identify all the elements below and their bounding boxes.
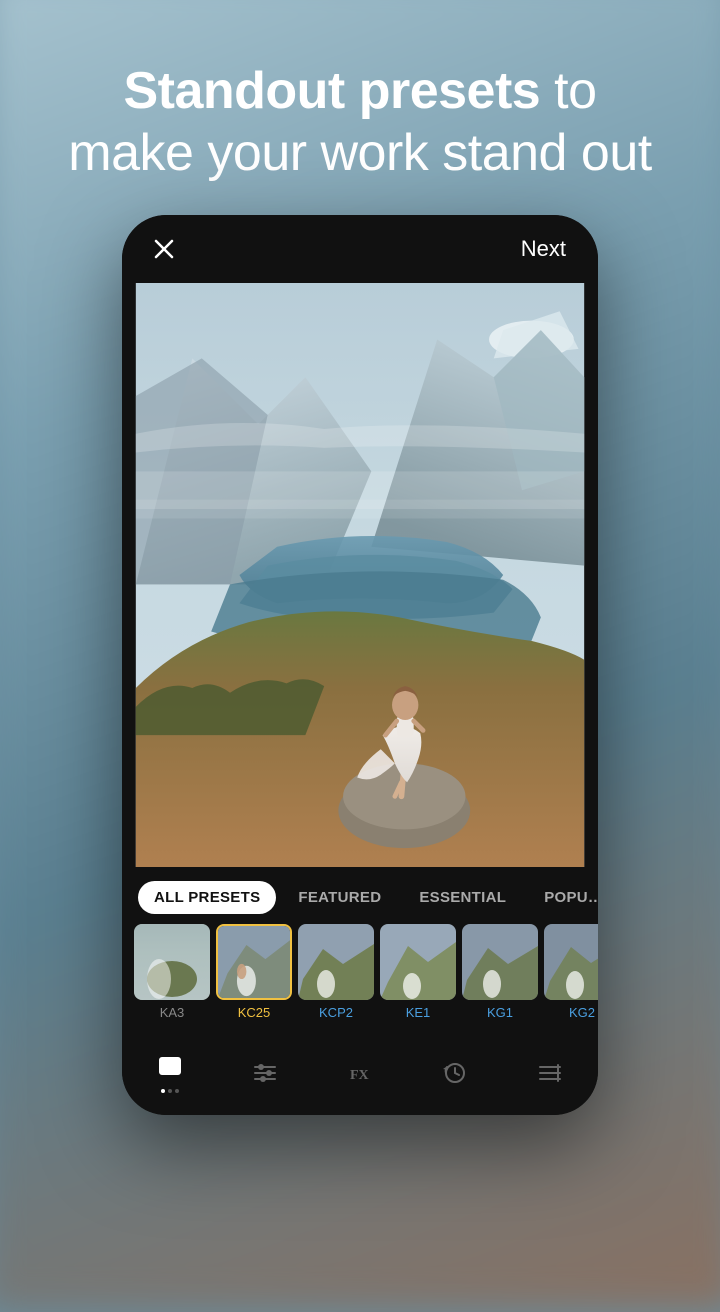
preset-kg1[interactable]: KG1	[462, 924, 538, 1020]
photo-scene	[122, 283, 598, 867]
preset-kc25-thumb	[216, 924, 292, 1000]
menu-icon	[536, 1059, 564, 1087]
dot-3	[175, 1089, 179, 1093]
toolbar-menu[interactable]	[522, 1053, 578, 1093]
history-icon	[441, 1059, 469, 1087]
tab-featured[interactable]: FEATURED	[282, 881, 397, 914]
phone-topbar: Next	[122, 215, 598, 283]
preset-ke1-label: KE1	[406, 1005, 431, 1020]
preset-kcp2[interactable]: KCP2	[298, 924, 374, 1020]
adjustments-icon	[251, 1059, 279, 1087]
preset-ka3-label: KA3	[160, 1005, 185, 1020]
presets-row: KA3 KC25	[122, 914, 598, 1030]
preset-kg2-label: KG2	[569, 1005, 595, 1020]
preset-kg2-thumb	[544, 924, 598, 1000]
dot-2	[168, 1089, 172, 1093]
main-content: Standout presets tomake your work stand …	[0, 0, 720, 1280]
presets-icon	[156, 1054, 184, 1082]
fx-icon: FX	[346, 1059, 374, 1087]
preset-kg1-label: KG1	[487, 1005, 513, 1020]
toolbar-adjustments[interactable]	[237, 1053, 293, 1093]
headline-section: Standout presets tomake your work stand …	[8, 0, 711, 215]
close-button[interactable]	[146, 231, 182, 267]
preset-kc25-label: KC25	[238, 1005, 271, 1020]
preset-ka3[interactable]: KA3	[134, 924, 210, 1020]
toolbar-dots	[161, 1089, 179, 1093]
toolbar-presets[interactable]	[142, 1048, 198, 1099]
preset-kcp2-thumb	[298, 924, 374, 1000]
preset-kg1-thumb	[462, 924, 538, 1000]
preset-kg2[interactable]: KG2	[544, 924, 598, 1020]
headline-bold: Standout presets	[123, 62, 540, 120]
tabs-row: ALL PRESETS FEATURED ESSENTIAL POPU…	[122, 881, 598, 914]
dot-1	[161, 1089, 165, 1093]
bottom-toolbar: FX	[122, 1038, 598, 1115]
preset-ke1[interactable]: KE1	[380, 924, 456, 1020]
preset-ke1-thumb	[380, 924, 456, 1000]
next-button[interactable]: Next	[513, 232, 574, 266]
tab-essential[interactable]: ESSENTIAL	[403, 881, 522, 914]
photo-area	[122, 283, 598, 867]
preset-kcp2-label: KCP2	[319, 1005, 353, 1020]
toolbar-fx[interactable]: FX	[332, 1053, 388, 1093]
tab-popular[interactable]: POPU…	[528, 881, 598, 914]
toolbar-history[interactable]	[427, 1053, 483, 1093]
close-icon	[152, 237, 176, 261]
phone-mockup: Next	[122, 215, 598, 1115]
presets-tabs: ALL PRESETS FEATURED ESSENTIAL POPU…	[122, 867, 598, 1038]
headline-text: Standout presets tomake your work stand …	[68, 60, 651, 185]
preset-kc25[interactable]: KC25	[216, 924, 292, 1020]
svg-text:FX: FX	[350, 1068, 369, 1083]
preset-ka3-thumb	[134, 924, 210, 1000]
tab-all-presets[interactable]: ALL PRESETS	[138, 881, 276, 914]
